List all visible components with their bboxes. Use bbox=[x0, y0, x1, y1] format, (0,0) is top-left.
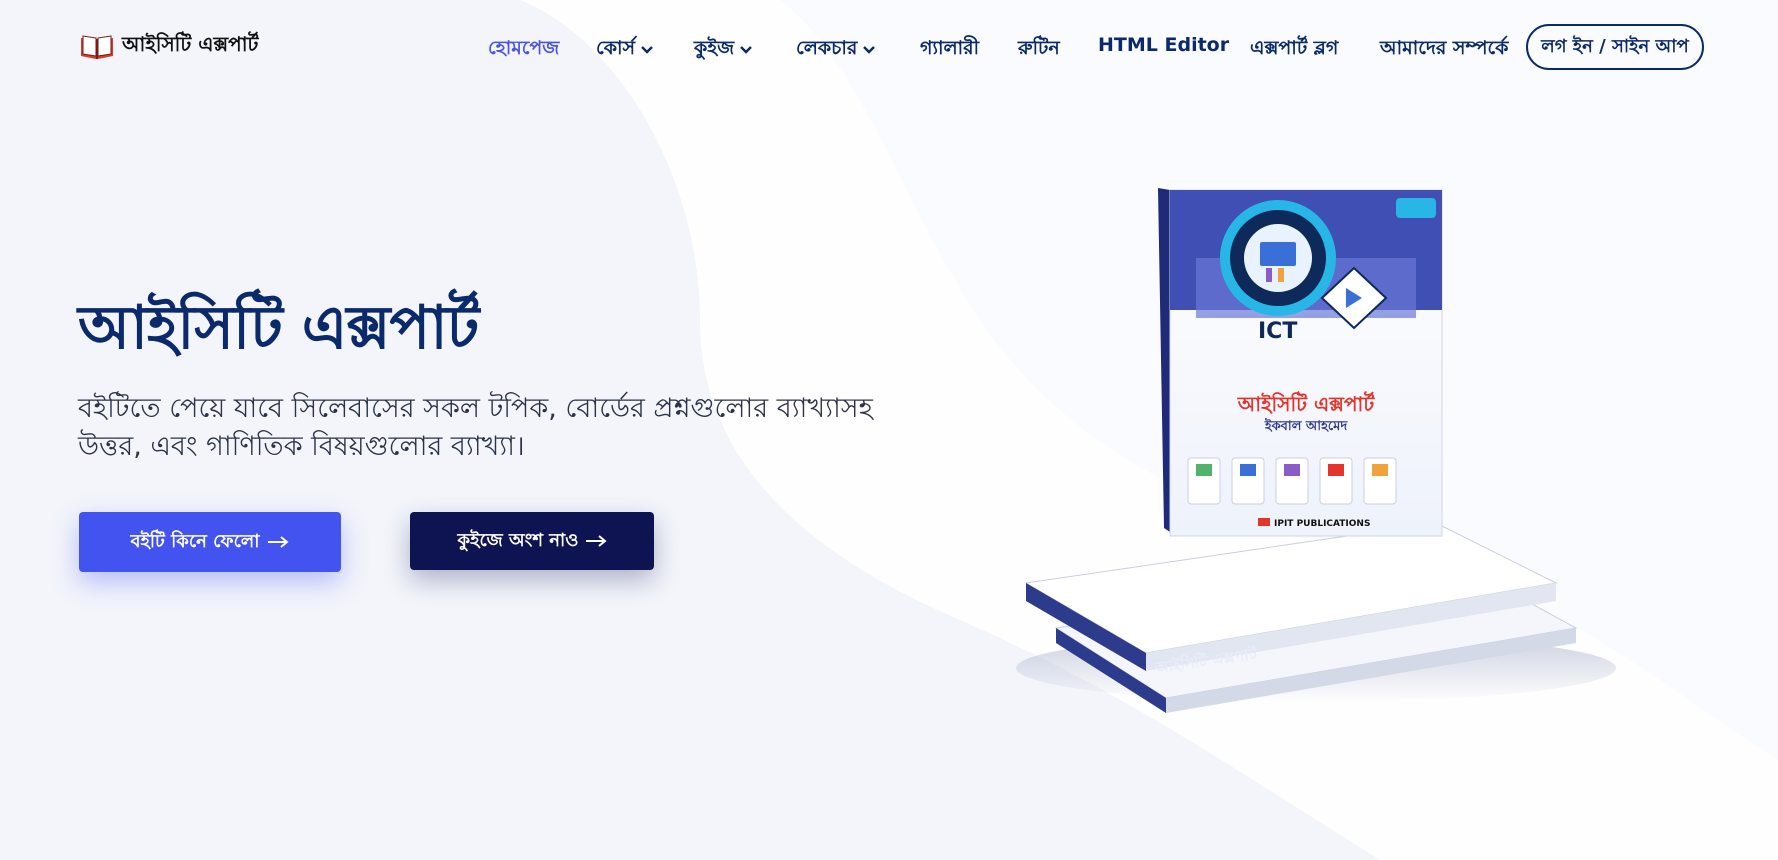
nav-item-label: রুটিন bbox=[1018, 37, 1060, 59]
nav-item-quiz[interactable]: কুইজ bbox=[694, 34, 753, 66]
nav-item-label: এক্সপার্ট ব্লগ bbox=[1250, 37, 1339, 59]
buy-book-label: বইটি কিনে ফেলো bbox=[130, 530, 260, 552]
login-signup-button[interactable]: লগ ইন / সাইন আপ bbox=[1526, 24, 1704, 70]
book-cover-title: আইসিটি এক্সপার্ট bbox=[1237, 391, 1376, 416]
join-quiz-label: কুইজে অংশ নাও bbox=[457, 529, 579, 551]
nav-item-label: গ্যালারী bbox=[920, 37, 980, 59]
hero-title: আইসিটি এক্সপার্ট bbox=[78, 293, 479, 363]
book-publisher: IPIT PUBLICATIONS bbox=[1274, 519, 1370, 529]
main-nav: হোমপেজ কোর্স কুইজ লেকচার গ্যালারী রুটিন … bbox=[0, 24, 1778, 70]
nav-item-expert-blog[interactable]: এক্সপার্ট ব্লগ bbox=[1250, 34, 1338, 66]
nav-item-label: কোর্স bbox=[596, 37, 636, 59]
book-product-image: আইসিটি এক্সপার্ট ICT আইসিটি এক্সপার্ট ইক… bbox=[906, 168, 1706, 748]
nav-item-label: হোমপেজ bbox=[488, 37, 560, 59]
chevron-down-icon bbox=[740, 46, 753, 54]
nav-item-about[interactable]: আমাদের সম্পর্কে bbox=[1380, 34, 1508, 66]
hero-subtitle: বইটিতে পেয়ে যাবে সিলেবাসের সকল টপিক, বো… bbox=[78, 393, 873, 462]
buy-book-button[interactable]: বইটি কিনে ফেলো bbox=[79, 512, 341, 572]
chevron-down-icon bbox=[641, 46, 653, 54]
nav-item-lecture[interactable]: লেকচার bbox=[796, 34, 876, 66]
nav-item-html-editor[interactable]: HTML Editor bbox=[1098, 34, 1229, 56]
nav-item-label: কুইজ bbox=[694, 37, 735, 59]
nav-item-label: HTML Editor bbox=[1098, 34, 1230, 56]
chevron-down-icon bbox=[863, 46, 876, 54]
join-quiz-button[interactable]: কুইজে অংশ নাও bbox=[410, 512, 654, 570]
arrow-right-icon bbox=[268, 536, 290, 548]
book-cover-badge: ICT bbox=[1258, 319, 1297, 344]
nav-item-gallery[interactable]: গ্যালারী bbox=[920, 34, 979, 66]
nav-item-label: আমাদের সম্পর্কে bbox=[1380, 37, 1509, 59]
nav-item-label: লেকচার bbox=[796, 37, 858, 59]
nav-item-home[interactable]: হোমপেজ bbox=[488, 34, 559, 66]
arrow-right-icon bbox=[585, 535, 607, 547]
book-cover-author: ইকবাল আহমেদ bbox=[1264, 417, 1349, 434]
nav-item-course[interactable]: কোর্স bbox=[596, 34, 653, 66]
nav-item-routine[interactable]: রুটিন bbox=[1018, 34, 1060, 66]
site-header: আইসিটি এক্সপার্ট হোমপেজ কোর্স কুইজ লেকচা… bbox=[0, 0, 1778, 92]
